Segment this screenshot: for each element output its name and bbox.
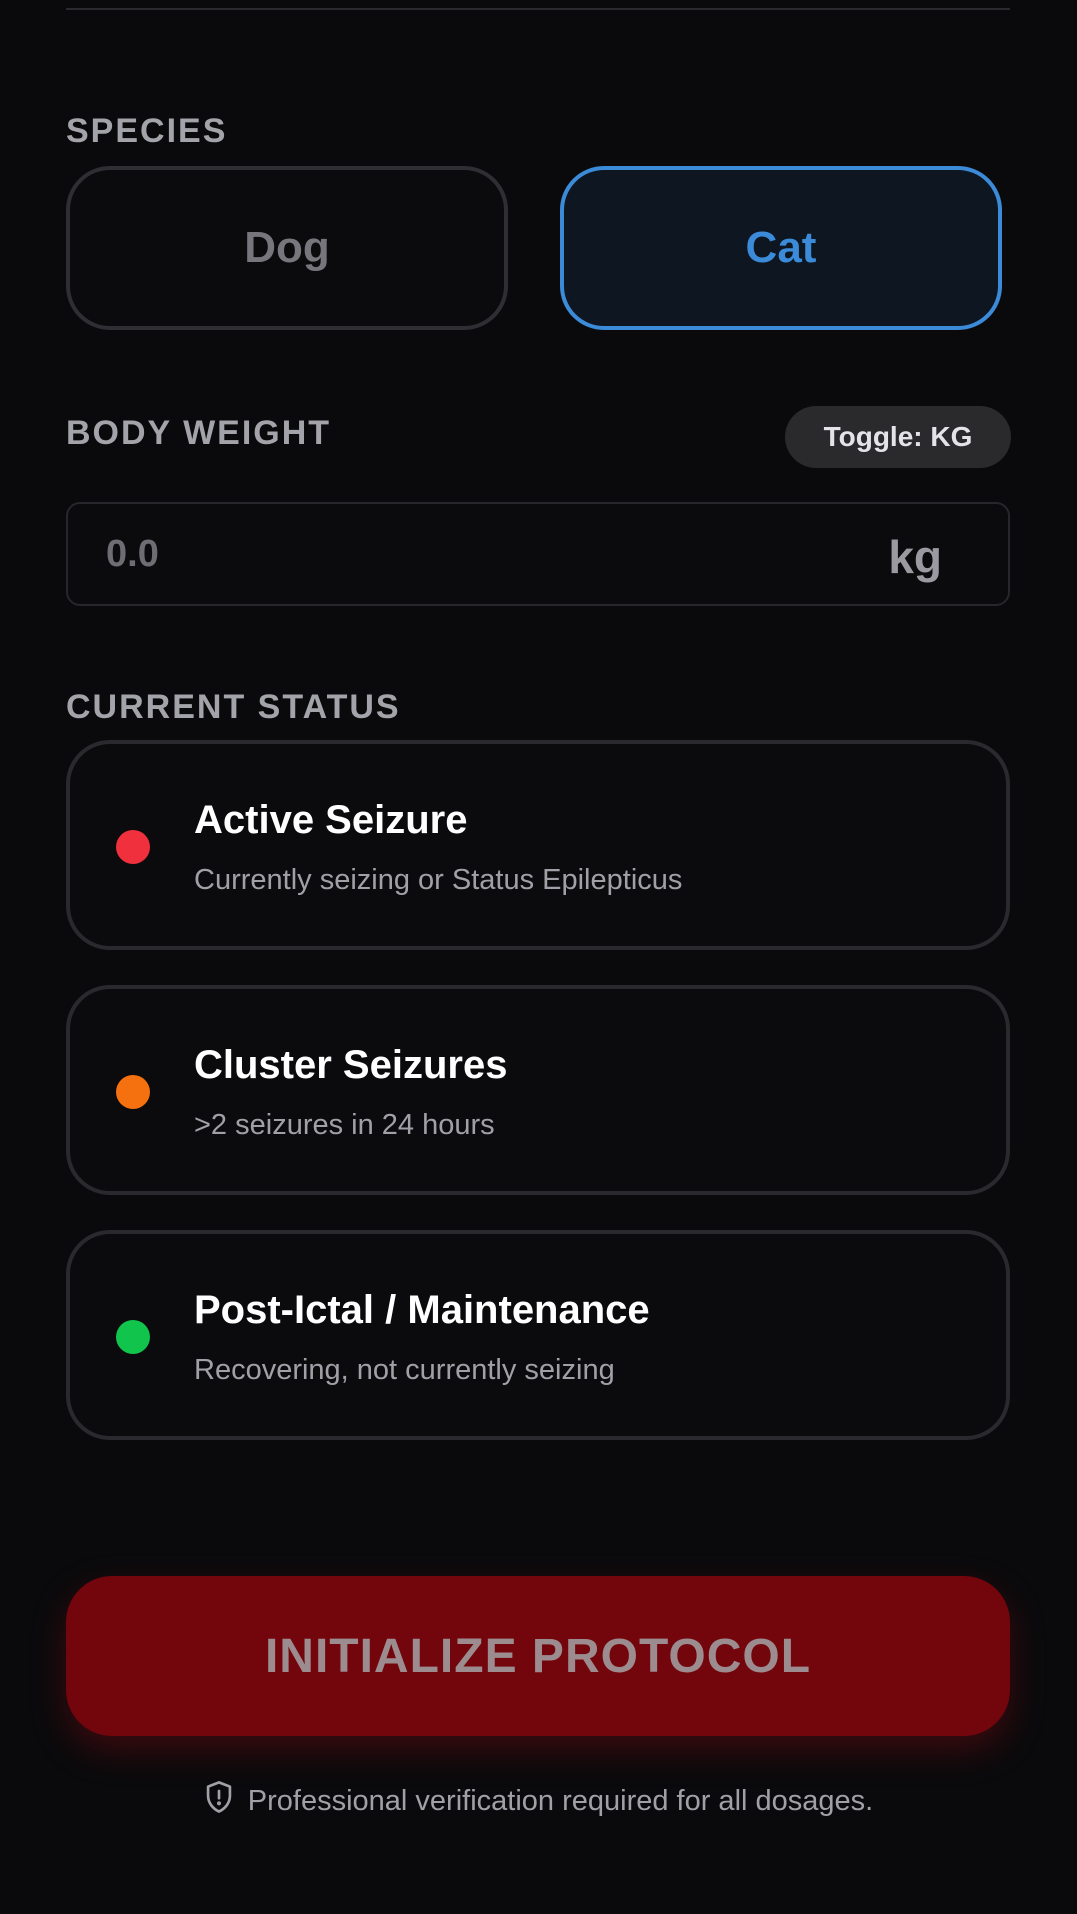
weight-unit: kg bbox=[888, 531, 942, 583]
status-option-post-ictal[interactable]: Post-Ictal / Maintenance Recovering, not… bbox=[66, 1230, 1010, 1440]
status-title: Post-Ictal / Maintenance bbox=[194, 1288, 650, 1332]
status-description: >2 seizures in 24 hours bbox=[194, 1109, 495, 1141]
species-selector: Dog Cat bbox=[66, 166, 1010, 336]
current-status-label: CURRENT STATUS bbox=[66, 688, 401, 726]
weight-field: kg bbox=[66, 502, 1010, 606]
top-divider bbox=[66, 8, 1010, 10]
status-dot-red bbox=[116, 830, 150, 864]
initialize-protocol-button[interactable]: INITIALIZE PROTOCOL bbox=[66, 1576, 1010, 1736]
status-option-cluster-seizures[interactable]: Cluster Seizures >2 seizures in 24 hours bbox=[66, 985, 1010, 1195]
status-description: Recovering, not currently seizing bbox=[194, 1354, 615, 1386]
weight-input[interactable] bbox=[106, 504, 706, 604]
unit-toggle-button[interactable]: Toggle: KG bbox=[785, 406, 1011, 468]
disclaimer: Professional verification required for a… bbox=[0, 1780, 1077, 1822]
body-weight-label: BODY WEIGHT bbox=[66, 414, 332, 452]
status-option-active-seizure[interactable]: Active Seizure Currently seizing or Stat… bbox=[66, 740, 1010, 950]
status-description: Currently seizing or Status Epilepticus bbox=[194, 864, 683, 896]
shield-alert-icon bbox=[204, 1780, 234, 1822]
status-dot-green bbox=[116, 1320, 150, 1354]
status-title: Active Seizure bbox=[194, 798, 468, 842]
status-title: Cluster Seizures bbox=[194, 1043, 508, 1087]
status-dot-orange bbox=[116, 1075, 150, 1109]
species-dog-button[interactable]: Dog bbox=[66, 166, 508, 330]
disclaimer-text: Professional verification required for a… bbox=[247, 1784, 874, 1817]
species-cat-button[interactable]: Cat bbox=[560, 166, 1002, 330]
species-label: SPECIES bbox=[66, 112, 228, 150]
